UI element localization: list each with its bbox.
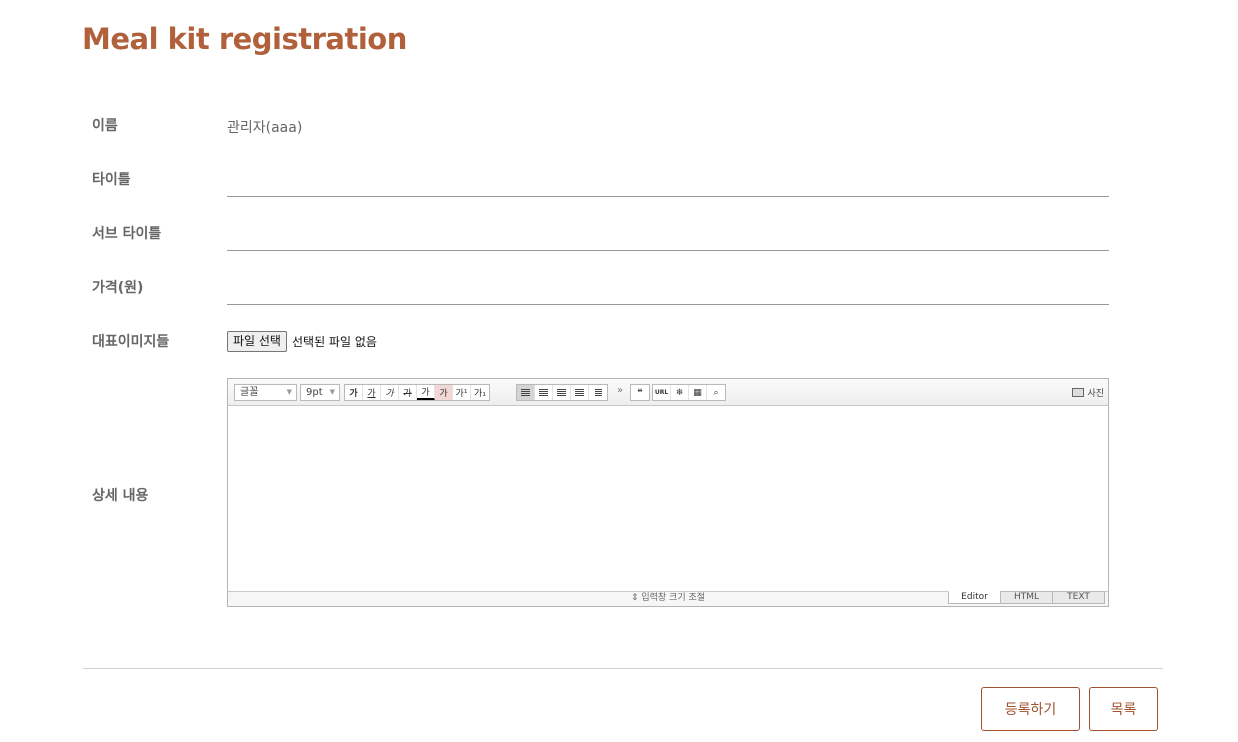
submit-button[interactable]: 등록하기 [981, 687, 1080, 731]
title-label: 타이틀 [92, 172, 131, 188]
bold-button[interactable]: 가 [345, 385, 363, 400]
divider [83, 668, 1163, 669]
editor-resize-bar[interactable]: ⇕ 입력창 크기 조절 Editor HTML TEXT [228, 591, 1108, 606]
page-title: Meal kit registration [82, 22, 407, 56]
align-left-icon[interactable] [517, 385, 535, 400]
price-label: 가격(원) [92, 280, 144, 296]
name-value: 관리자(aaa) [227, 120, 303, 136]
price-input[interactable] [227, 279, 1109, 305]
find-icon[interactable]: ⌕ [707, 385, 725, 400]
align-justify-icon[interactable] [571, 385, 589, 400]
title-input[interactable] [227, 171, 1109, 197]
photo-upload-button[interactable]: 사진 [1072, 384, 1104, 400]
subscript-button[interactable]: 가₁ [471, 385, 489, 400]
image-label: 대표이미지들 [92, 334, 170, 350]
format-group: 가 가 가 가 가 가 가¹ 가₁ [344, 384, 490, 401]
editor-toolbar: 글꼴 ▼ 9pt ▼ 가 가 가 가 가 가 가¹ 가₁ » ❝ URL ❄ ▦… [228, 379, 1108, 406]
subtitle-label: 서브 타이틀 [92, 226, 162, 242]
rich-text-editor: 글꼴 ▼ 9pt ▼ 가 가 가 가 가 가 가¹ 가₁ » ❝ URL ❄ ▦… [227, 378, 1109, 607]
quote-icon[interactable]: ❝ [631, 385, 649, 400]
insert-group: URL ❄ ▦ ⌕ [652, 384, 726, 401]
file-status: 선택된 파일 없음 [291, 335, 377, 349]
align-right-icon[interactable] [553, 385, 571, 400]
quote-group: ❝ [630, 384, 650, 401]
bg-color-button[interactable]: 가 [435, 385, 453, 400]
subtitle-input[interactable] [227, 225, 1109, 251]
list-button[interactable]: 목록 [1089, 687, 1158, 731]
more-icon[interactable]: » [617, 385, 623, 396]
italic-button[interactable]: 가 [381, 385, 399, 400]
editor-content-area[interactable] [228, 406, 1108, 591]
align-group [516, 384, 608, 401]
detail-label: 상세 내용 [92, 488, 149, 504]
tab-editor[interactable]: Editor [948, 591, 1001, 604]
font-select[interactable]: 글꼴 ▼ [234, 384, 297, 401]
special-char-icon[interactable]: ❄ [671, 385, 689, 400]
strike-button[interactable]: 가 [399, 385, 417, 400]
font-color-button[interactable]: 가 [417, 385, 435, 400]
url-icon[interactable]: URL [653, 385, 671, 400]
line-height-icon[interactable] [589, 385, 607, 400]
file-select-button[interactable]: 파일 선택 [227, 331, 287, 352]
align-center-icon[interactable] [535, 385, 553, 400]
underline-button[interactable]: 가 [363, 385, 381, 400]
tab-html[interactable]: HTML [1000, 591, 1053, 604]
table-icon[interactable]: ▦ [689, 385, 707, 400]
editor-mode-tabs: Editor HTML TEXT [948, 591, 1105, 604]
tab-text[interactable]: TEXT [1052, 591, 1105, 604]
photo-icon [1072, 387, 1085, 397]
name-label: 이름 [92, 118, 118, 134]
superscript-button[interactable]: 가¹ [453, 385, 471, 400]
file-picker: 파일 선택 선택된 파일 없음 [227, 331, 377, 352]
resize-label: ⇕ 입력창 크기 조절 [630, 593, 706, 603]
size-select[interactable]: 9pt ▼ [300, 384, 340, 401]
